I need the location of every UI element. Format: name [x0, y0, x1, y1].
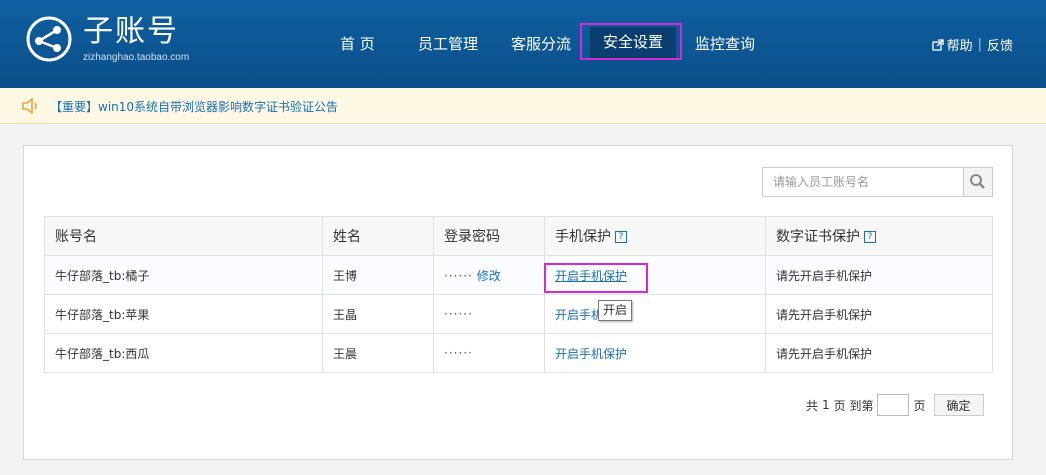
- password-cell: ······: [433, 294, 545, 334]
- nav-security-settings[interactable]: 安全设置: [590, 27, 676, 58]
- divider: |: [977, 37, 982, 52]
- header-name: 姓名: [322, 216, 434, 256]
- table-row: 牛仔部落_tb:苹果 王晶 ······ 开启手机 请先开启手机保护: [44, 294, 993, 334]
- feedback-link[interactable]: 反馈: [987, 35, 1013, 54]
- cert-cell: 请先开启手机保护: [765, 255, 993, 295]
- nav-staff-management[interactable]: 员工管理: [418, 0, 478, 88]
- enable-phone-protection-link[interactable]: 开启手机保护: [555, 347, 627, 361]
- confirm-page-button[interactable]: 确定: [933, 394, 984, 416]
- search-button[interactable]: [963, 167, 993, 197]
- help-link[interactable]: 帮助: [947, 35, 973, 54]
- cert-cell: 请先开启手机保护: [765, 294, 993, 334]
- table-row: 牛仔部落_tb:西瓜 王晨 ······ 开启手机保护 请先开启手机保护: [44, 333, 993, 373]
- notice-link[interactable]: 【重要】win10系统自带浏览器影响数字证书验证公告: [50, 88, 338, 126]
- password-mask: ······: [444, 346, 473, 360]
- phone-cell: 开启手机保护: [544, 333, 766, 373]
- pagination: 共 1 页 到第 页 确定: [806, 393, 984, 417]
- phone-protection-highlight: [544, 263, 648, 293]
- pager-total-prefix: 共: [806, 398, 819, 413]
- page-number-input[interactable]: [877, 394, 910, 416]
- notice-bar: 【重要】win10系统自带浏览器影响数字证书验证公告: [0, 88, 1046, 124]
- pager-goto-label: 页 到第: [833, 398, 874, 413]
- name-cell: 王晶: [322, 294, 434, 334]
- top-header: 子账号 zizhanghao.taobao.com 首 页 员工管理 客服分流 …: [0, 0, 1046, 88]
- help-links: 帮助 | 反馈: [931, 35, 1013, 54]
- pager-total-pages: 1: [822, 398, 830, 412]
- external-link-icon: [931, 38, 944, 51]
- password-mask: ······: [444, 307, 473, 321]
- accounts-table: 账号名 姓名 登录密码 手机保护? 数字证书保护? 牛仔部落_tb:橘子 王博 …: [44, 216, 993, 373]
- header-phone-protection: 手机保护?: [544, 216, 766, 256]
- account-cell: 牛仔部落_tb:苹果: [44, 294, 323, 334]
- nav-customer-service-routing[interactable]: 客服分流: [511, 0, 571, 88]
- nav-monitoring-query[interactable]: 监控查询: [695, 0, 755, 88]
- search-box: [762, 167, 993, 197]
- table-header-row: 账号名 姓名 登录密码 手机保护? 数字证书保护?: [44, 216, 993, 256]
- search-input[interactable]: [762, 167, 964, 197]
- password-cell: ······ 修改: [433, 255, 545, 295]
- share-network-icon: [26, 16, 72, 62]
- tooltip: 开启: [598, 300, 633, 321]
- header-password: 登录密码: [433, 216, 545, 256]
- help-icon[interactable]: ?: [615, 231, 627, 243]
- speaker-icon: [22, 98, 37, 114]
- logo-title: 子账号: [83, 14, 179, 49]
- modify-password-link[interactable]: 修改: [477, 269, 501, 283]
- logo[interactable]: 子账号 zizhanghao.taobao.com: [25, 14, 195, 65]
- phone-cell: 开启手机: [544, 294, 766, 334]
- pager-page-suffix: 页: [913, 398, 926, 413]
- account-cell: 牛仔部落_tb:西瓜: [44, 333, 323, 373]
- name-cell: 王晨: [322, 333, 434, 373]
- enable-phone-protection-link[interactable]: 开启手机: [555, 308, 603, 322]
- logo-subtitle: zizhanghao.taobao.com: [83, 52, 190, 63]
- header-account: 账号名: [44, 216, 323, 256]
- table-row: 牛仔部落_tb:橘子 王博 ······ 修改 开启手机保护 请先开启手机保护: [44, 255, 993, 295]
- password-cell: ······: [433, 333, 545, 373]
- password-mask: ······: [444, 268, 473, 283]
- name-cell: 王博: [322, 255, 434, 295]
- cert-cell: 请先开启手机保护: [765, 333, 993, 373]
- search-icon: [970, 174, 985, 189]
- nav-home[interactable]: 首 页: [340, 0, 375, 88]
- header-cert-protection: 数字证书保护?: [765, 216, 993, 256]
- help-icon[interactable]: ?: [864, 231, 876, 243]
- account-cell: 牛仔部落_tb:橘子: [44, 255, 323, 295]
